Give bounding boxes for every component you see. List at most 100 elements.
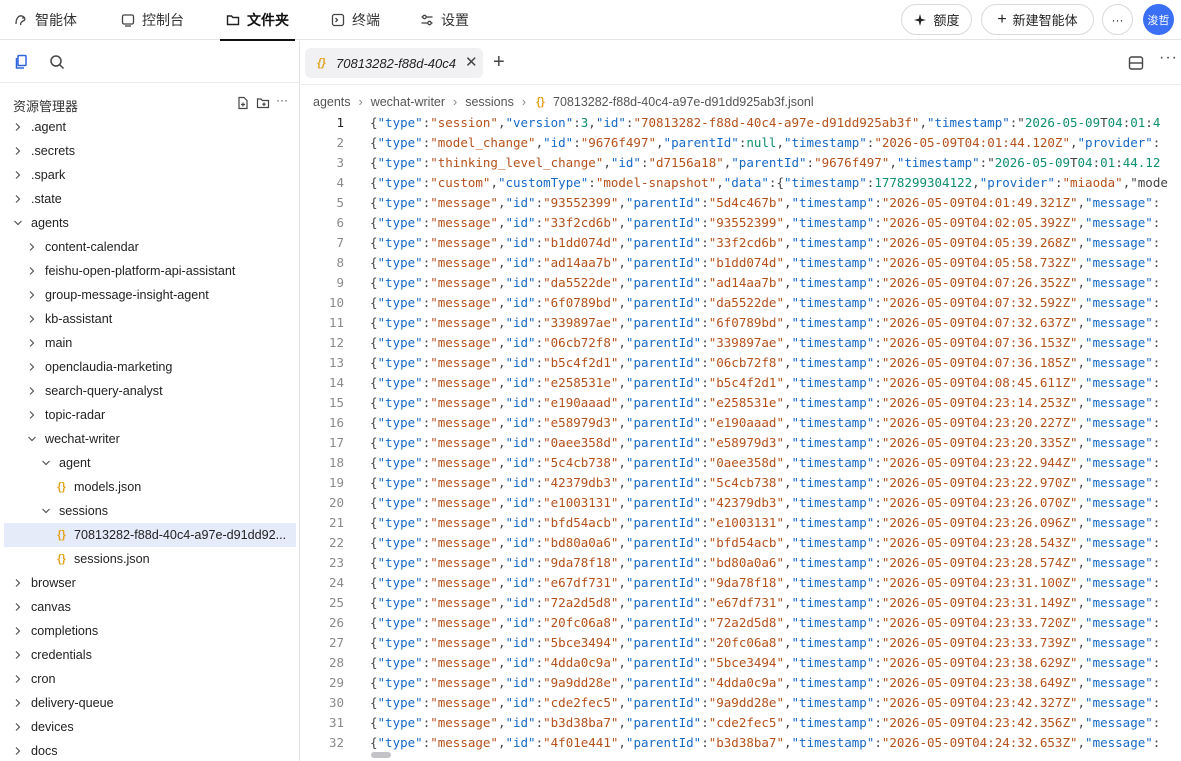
chevron-right-icon[interactable] [13,650,23,660]
chevron-right-icon[interactable] [27,266,37,276]
tree-folder[interactable]: openclaudia-marketing [0,355,300,379]
chevron-right-icon[interactable] [13,698,23,708]
tree-folder[interactable]: .agent [0,115,300,139]
chevron-right-icon: › [453,95,458,109]
editor-tab-bar: {} 70813282-f88d-40c4 ✕ + ··· [301,41,1181,85]
nav-tab-terminal[interactable]: 终端 [331,0,380,40]
tree-file[interactable]: {} models.json [0,475,300,499]
chevron-right-icon[interactable] [13,602,23,612]
tree-folder[interactable]: canvas [0,595,300,619]
code-text: {"type":"custom","customType":"model-sna… [370,175,1168,190]
chevron-right-icon[interactable] [27,242,37,252]
search-icon[interactable] [49,54,65,70]
nav-tab-folder[interactable]: 文件夹 [220,0,295,41]
nav-tab-label: 设置 [441,12,469,28]
code-line: 21 {"type":"message","id":"bfd54acb","par… [301,513,1181,533]
chevron-right-icon[interactable] [13,194,23,204]
tree-folder[interactable]: cron [0,667,300,691]
tree-folder[interactable]: sessions [0,499,300,523]
tree-folder[interactable]: agents [0,211,300,235]
code-view[interactable]: 1 {"type":"session","version":3,"id":"708… [301,113,1181,761]
tree-folder[interactable]: agent [0,451,300,475]
editor-more-icon[interactable]: ··· [1159,49,1178,67]
split-editor-icon[interactable] [1128,55,1144,71]
tree-file[interactable]: {} sessions.json [0,547,300,571]
tree-folder[interactable]: browser [0,571,300,595]
chevron-right-icon[interactable] [13,122,23,132]
chevron-right-icon[interactable] [13,722,23,732]
tree-item-label: openclaudia-marketing [45,360,173,374]
chevron-right-icon[interactable] [13,746,23,756]
nav-tab-console[interactable]: 控制台 [121,0,184,40]
nav-tab-label: 文件夹 [247,12,289,28]
editor-tab-active[interactable]: {} 70813282-f88d-40c4 ✕ [305,48,483,78]
breadcrumb-item[interactable]: agents [313,95,351,109]
breadcrumb-item[interactable]: sessions [465,95,514,109]
breadcrumb: agents › wechat-writer › sessions › {} 7… [313,94,814,110]
quota-button[interactable]: 额度 [901,4,972,35]
line-number: 11 [328,315,344,330]
nav-tab-settings[interactable]: 设置 [420,0,469,40]
code-text: {"type":"message","id":"bfd54acb","paren… [370,515,1161,530]
tree-folder[interactable]: credentials [0,643,300,667]
chevron-right-icon[interactable] [27,314,37,324]
tree-folder[interactable]: group-message-insight-agent [0,283,300,307]
tree-item-label: agents [31,216,69,230]
more-actions-icon[interactable]: ··· [276,93,290,107]
code-line: 18 {"type":"message","id":"5c4cb738","par… [301,453,1181,473]
code-text: {"type":"message","id":"e258531e","paren… [370,375,1161,390]
add-tab-icon[interactable]: + [493,52,505,72]
tree-folder[interactable]: search-query-analyst [0,379,300,403]
tree-item-label: wechat-writer [45,432,120,446]
tree-folder[interactable]: .secrets [0,139,300,163]
breadcrumb-item[interactable]: 70813282-f88d-40c4-a97e-d91dd925ab3f.jso… [553,95,814,109]
tree-folder[interactable]: delivery-queue [0,691,300,715]
tree-folder[interactable]: .spark [0,163,300,187]
tree-folder[interactable]: feishu-open-platform-api-assistant [0,259,300,283]
chevron-right-icon[interactable] [27,338,37,348]
breadcrumb-item[interactable]: wechat-writer [371,95,445,109]
code-line: 12 {"type":"message","id":"06cb72f8","par… [301,333,1181,353]
tree-item-label: sessions [59,504,108,518]
chevron-down-icon[interactable] [41,506,51,516]
chevron-right-icon[interactable] [13,626,23,636]
close-tab-icon[interactable]: ✕ [465,55,478,70]
chevron-right-icon[interactable] [13,674,23,684]
code-text: {"type":"message","id":"20fc06a8","paren… [370,615,1161,630]
chevron-right-icon[interactable] [27,410,37,420]
tree-folder[interactable]: content-calendar [0,235,300,259]
new-file-icon[interactable] [236,96,250,110]
more-options-button[interactable]: ··· [1102,4,1133,35]
line-number: 2 [336,135,344,150]
chevron-right-icon[interactable] [27,362,37,372]
horizontal-scrollbar[interactable] [371,752,391,758]
tree-folder[interactable]: topic-radar [0,403,300,427]
tree-folder[interactable]: kb-assistant [0,307,300,331]
tree-folder[interactable]: devices [0,715,300,739]
files-icon[interactable] [14,54,30,70]
tree-folder[interactable]: docs [0,739,300,761]
tree-folder[interactable]: wechat-writer [0,427,300,451]
chevron-down-icon[interactable] [13,218,23,228]
chevron-right-icon[interactable] [27,290,37,300]
line-number: 22 [328,535,344,550]
nav-tab-agents[interactable]: 智能体 [14,0,77,40]
tree-file[interactable]: {} 70813282-f88d-40c4-a97e-d91dd92... [4,523,296,547]
code-line: 7 {"type":"message","id":"b1dd074d","pare… [301,233,1181,253]
line-number: 26 [328,615,344,630]
chevron-right-icon[interactable] [13,578,23,588]
chevron-right-icon[interactable] [13,146,23,156]
chevron-right-icon[interactable] [27,386,37,396]
line-number: 27 [328,635,344,650]
new-folder-icon[interactable] [256,96,270,110]
tree-folder[interactable]: main [0,331,300,355]
code-line: 2 {"type":"model_change","id":"9676f497",… [301,133,1181,153]
chevron-down-icon[interactable] [41,458,51,468]
new-agent-button[interactable]: + 新建智能体 [981,4,1094,35]
tree-folder[interactable]: .state [0,187,300,211]
chevron-down-icon[interactable] [27,434,37,444]
tree-folder[interactable]: completions [0,619,300,643]
line-number: 25 [328,595,344,610]
user-avatar[interactable]: 浚哲 [1143,4,1174,35]
chevron-right-icon[interactable] [13,170,23,180]
